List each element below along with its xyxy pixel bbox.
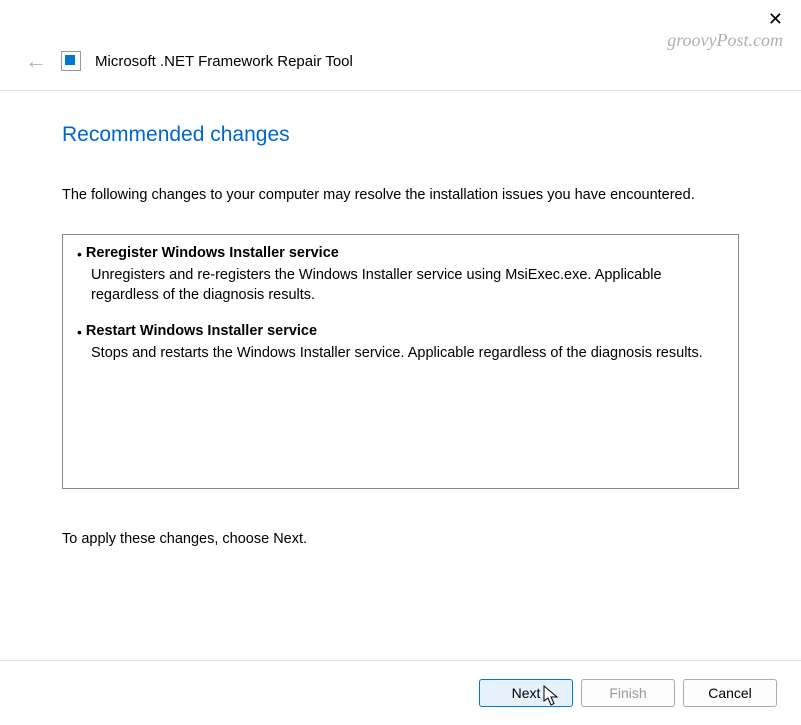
app-title: Microsoft .NET Framework Repair Tool	[95, 53, 353, 70]
button-bar: Next Finish Cancel	[0, 660, 801, 725]
bullet-icon: •	[77, 245, 82, 265]
intro-text: The following changes to your computer m…	[62, 185, 739, 206]
cancel-button[interactable]: Cancel	[683, 679, 777, 707]
change-title: Restart Windows Installer service	[86, 323, 317, 339]
watermark-text: groovyPost.com	[667, 30, 783, 51]
next-button[interactable]: Next	[479, 679, 573, 707]
change-item: • Restart Windows Installer service Stop…	[77, 323, 724, 363]
finish-button: Finish	[581, 679, 675, 707]
bullet-icon: •	[77, 323, 82, 343]
changes-list-box: • Reregister Windows Installer service U…	[62, 234, 739, 489]
dialog-window: ✕ groovyPost.com ← Microsoft .NET Framew…	[0, 0, 801, 725]
change-description: Unregisters and re-registers the Windows…	[91, 265, 724, 306]
back-arrow-icon: ←	[25, 50, 47, 72]
page-heading: Recommended changes	[62, 123, 739, 147]
app-icon	[61, 51, 81, 71]
content-area: Recommended changes The following change…	[0, 91, 801, 547]
apply-instruction: To apply these changes, choose Next.	[62, 531, 739, 547]
change-title: Reregister Windows Installer service	[86, 245, 339, 261]
change-item: • Reregister Windows Installer service U…	[77, 245, 724, 305]
change-description: Stops and restarts the Windows Installer…	[91, 343, 724, 363]
close-icon[interactable]: ✕	[768, 10, 783, 28]
